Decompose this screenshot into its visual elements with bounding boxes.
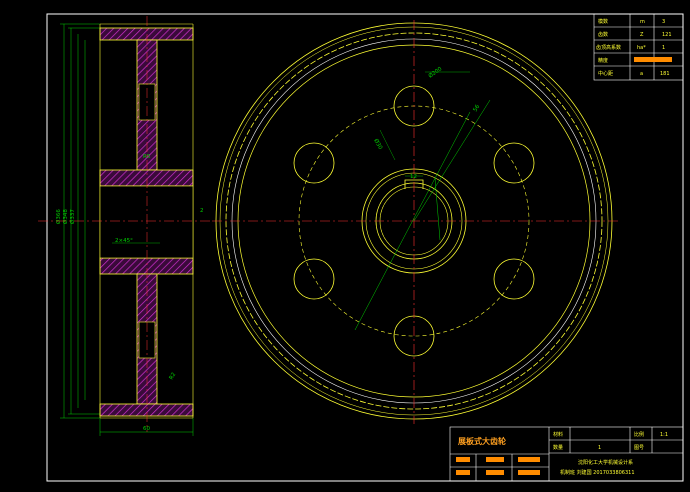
dim-face-width: 60	[143, 426, 150, 432]
dim-d1: Ø366	[55, 209, 62, 224]
dim-hole-dia: Ø30	[372, 138, 384, 152]
accuracy-bar	[634, 57, 672, 62]
drawing-title: 展板式大齿轮	[457, 436, 506, 446]
param-symbol-0: m	[640, 19, 645, 25]
param-name-2: 齿顶高系数	[596, 44, 621, 51]
section-view: Ø366 Ø348 Ø337 60 2×45° R5 2 R2	[38, 16, 212, 436]
quantity-value: 1	[598, 445, 601, 451]
param-name-4: 中心距	[598, 70, 613, 77]
student-info: 机制班 刘建国 2017033806311	[560, 469, 635, 476]
param-table: 模数 m 3 齿数 Z 121 齿顶高系数 ha* 1 精度 中心距 a 181	[593, 13, 684, 81]
param-symbol-1: Z	[640, 32, 644, 38]
material-label: 材料	[553, 431, 563, 438]
school-name: 沈阳化工大学机械设计系	[578, 459, 633, 466]
dim-d2: Ø348	[62, 209, 69, 224]
dim-r: R5	[143, 154, 151, 160]
dim-keyway: 12	[410, 174, 417, 180]
param-value-4: 181	[660, 71, 670, 77]
dim-hole-circle: Ø200	[427, 65, 444, 80]
scale-value: 1:1	[660, 432, 668, 438]
gear-drawing: Ø366 Ø348 Ø337 60 2×45° R5 2 R2 Ø200 56 …	[38, 13, 684, 482]
param-name-1: 齿数	[598, 31, 608, 38]
dim-note-2: 2	[200, 208, 204, 214]
title-block: 展板式大齿轮 材料 比例 1:1 数量 1 图号 沈阳化工大学机械设计系 机制班…	[449, 426, 684, 482]
dim-d3: Ø337	[69, 209, 76, 224]
param-value-1: 121	[662, 32, 672, 38]
param-name-0: 模数	[598, 18, 608, 25]
param-name-3: 精度	[598, 57, 608, 64]
param-value-2: 1	[662, 45, 665, 51]
quantity-label: 数量	[553, 444, 563, 451]
dim-fillet: R2	[169, 372, 178, 381]
dim-56: 56	[473, 104, 482, 113]
param-symbol-4: a	[640, 71, 643, 77]
scale-label: 比例	[634, 431, 644, 438]
front-view	[212, 20, 620, 424]
drawing-no-label: 图号	[634, 445, 644, 451]
param-value-0: 3	[662, 19, 665, 25]
param-symbol-2: ha*	[637, 45, 646, 51]
